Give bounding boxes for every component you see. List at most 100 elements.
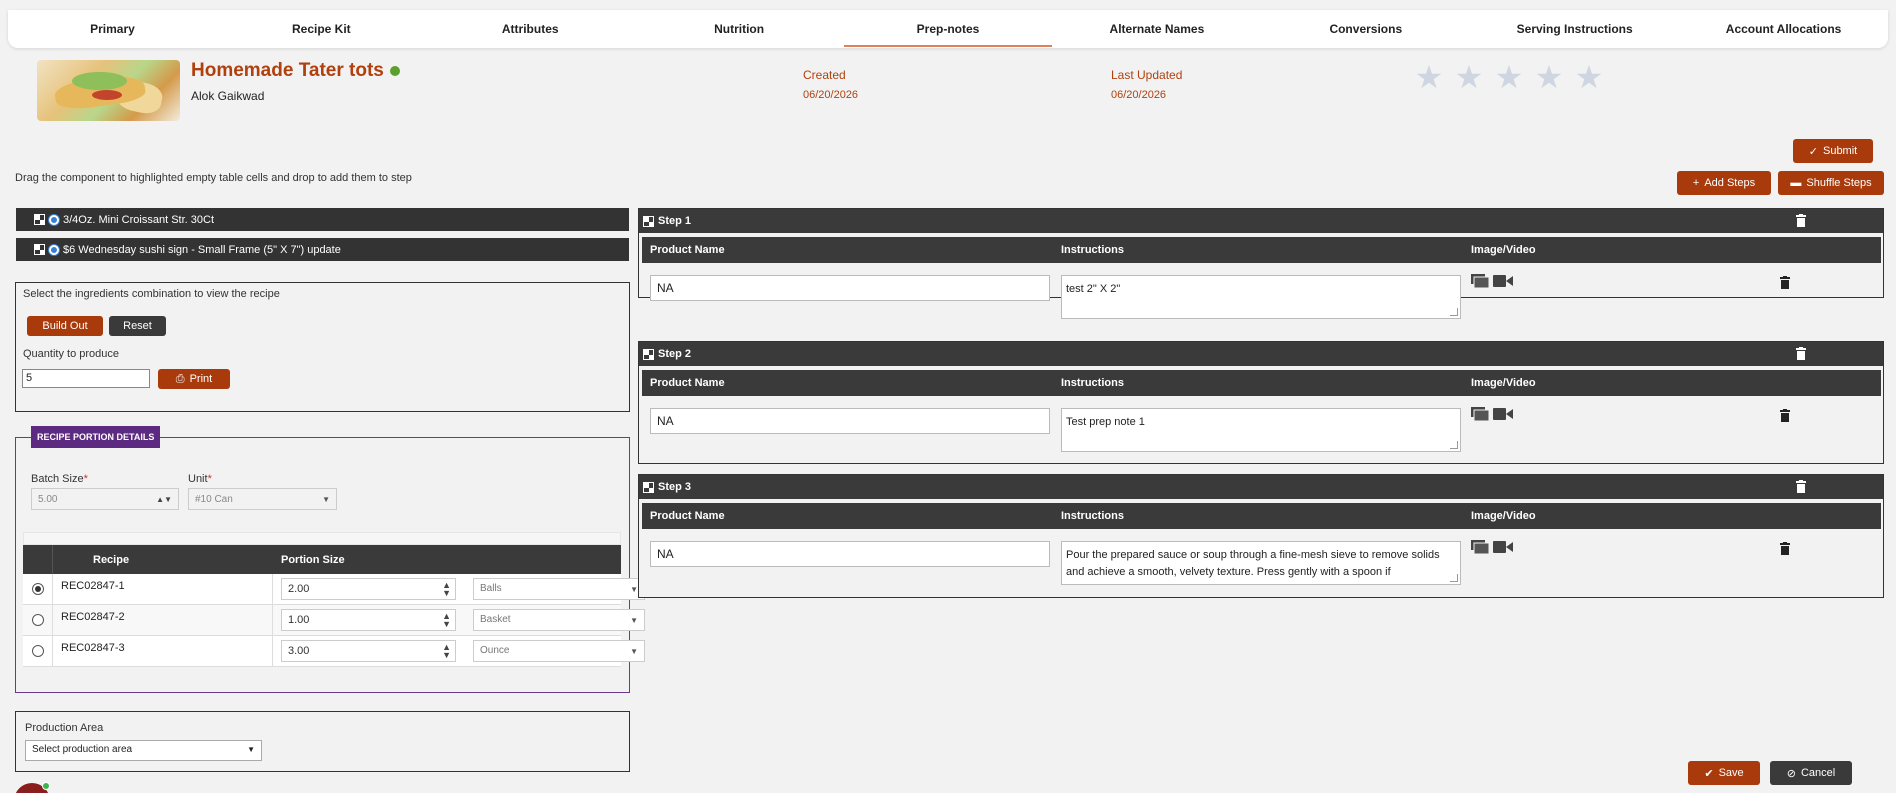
- tab-conversions[interactable]: Conversions: [1261, 10, 1470, 48]
- table-row[interactable]: REC02847-3 3.00 ▲ ▼ Ounce ▼: [23, 636, 645, 667]
- recipe-author: Alok Gaikwad: [191, 89, 265, 103]
- product-name-field[interactable]: NA: [650, 541, 1050, 567]
- drag-grid-icon[interactable]: [643, 481, 654, 493]
- tab-account-allocations[interactable]: Account Allocations: [1679, 10, 1888, 48]
- step-columns: Product Name Instructions Image/Video: [642, 503, 1881, 529]
- tab-attributes[interactable]: Attributes: [426, 10, 635, 48]
- rating-stars: ★ ★ ★ ★ ★: [1413, 61, 1605, 93]
- drag-grid-icon[interactable]: [643, 348, 654, 360]
- star-icon[interactable]: ★: [1493, 61, 1525, 93]
- drag-grid-icon[interactable]: [34, 244, 45, 255]
- batch-size-field[interactable]: 5.00 ▲▼: [31, 488, 179, 510]
- product-name-field[interactable]: NA: [650, 275, 1050, 301]
- step-title: Step 2: [658, 348, 692, 360]
- trash-icon[interactable]: [1779, 276, 1793, 290]
- created-date: 06/20/2026: [803, 89, 859, 101]
- gallery-icon[interactable]: [1471, 407, 1490, 424]
- gallery-icon[interactable]: [1471, 540, 1490, 557]
- portion-unit-select[interactable]: Basket ▼: [473, 609, 645, 631]
- status-dot: [389, 65, 400, 76]
- recipe-thumbnail: [37, 60, 180, 121]
- trash-icon[interactable]: [1795, 480, 1807, 493]
- build-out-button[interactable]: Build Out: [27, 316, 103, 336]
- row-radio[interactable]: [31, 583, 44, 595]
- portion-table-header: Recipe Portion Size: [23, 545, 621, 574]
- last-updated-date: 06/20/2026: [1111, 89, 1167, 101]
- reset-button[interactable]: Reset: [109, 316, 166, 336]
- trash-icon[interactable]: [1795, 347, 1807, 360]
- shuffle-icon: ▬: [1790, 177, 1802, 189]
- trash-icon[interactable]: [1779, 409, 1793, 423]
- component-item[interactable]: 3/4Oz. Mini Croissant Str. 30Ct: [16, 208, 629, 231]
- submit-button[interactable]: ✓ Submit: [1793, 139, 1873, 163]
- video-camera-icon[interactable]: [1493, 540, 1513, 557]
- save-button[interactable]: ✔ Save: [1688, 761, 1760, 785]
- ban-icon: ⊘: [1786, 767, 1796, 780]
- portion-size-input[interactable]: 3.00 ▲ ▼: [281, 640, 456, 662]
- star-icon[interactable]: ★: [1533, 61, 1565, 93]
- step-header[interactable]: Step 2: [639, 342, 1883, 366]
- quantity-label: Quantity to produce: [23, 348, 120, 360]
- radio-icon: [49, 244, 59, 255]
- step-title: Step 1: [658, 215, 692, 227]
- row-radio[interactable]: [31, 645, 44, 657]
- portion-size-input[interactable]: 2.00 ▲ ▼: [281, 578, 456, 600]
- build-out-panel: [15, 282, 630, 412]
- portion-legend: RECIPE PORTION DETAILS: [31, 426, 161, 448]
- col-recipe: Recipe: [93, 553, 130, 566]
- print-button[interactable]: ⎙ Print: [158, 369, 230, 389]
- trash-icon[interactable]: [1795, 214, 1807, 227]
- portion-size-input[interactable]: 1.00 ▲ ▼: [281, 609, 456, 631]
- gallery-icon[interactable]: [1471, 274, 1490, 291]
- tab-recipe-kit[interactable]: Recipe Kit: [217, 10, 426, 48]
- tab-serving-instructions[interactable]: Serving Instructions: [1470, 10, 1679, 48]
- component-item[interactable]: $6 Wednesday sushi sign - Small Frame (5…: [16, 238, 629, 261]
- shuffle-steps-button[interactable]: ▬ Shuffle Steps: [1778, 171, 1884, 195]
- star-icon[interactable]: ★: [1573, 61, 1605, 93]
- step-header[interactable]: Step 1: [639, 209, 1883, 233]
- unit-label: Unit*: [188, 473, 212, 485]
- cancel-button[interactable]: ⊘ Cancel: [1770, 761, 1852, 785]
- last-updated-label: Last Updated: [1111, 68, 1183, 82]
- star-icon[interactable]: ★: [1453, 61, 1485, 93]
- check-circle-icon: ✔: [1704, 767, 1714, 780]
- quantity-input[interactable]: 5: [22, 369, 150, 388]
- tab-nutrition[interactable]: Nutrition: [635, 10, 844, 48]
- recipe-title: Homemade Tater tots: [191, 60, 400, 82]
- tab-primary[interactable]: Primary: [8, 10, 217, 48]
- star-icon[interactable]: ★: [1413, 61, 1445, 93]
- row-radio[interactable]: [31, 614, 44, 626]
- drag-instruction: Drag the component to highlighted empty …: [15, 172, 412, 184]
- printer-icon: ⎙: [175, 372, 185, 385]
- instructions-field[interactable]: Pour the prepared sauce or soup through …: [1061, 541, 1461, 585]
- drag-grid-icon[interactable]: [34, 214, 45, 225]
- portion-unit-select[interactable]: Ounce ▼: [473, 640, 645, 662]
- table-row[interactable]: REC02847-1 2.00 ▲ ▼ Balls ▼: [23, 574, 645, 605]
- production-area-select[interactable]: Select production area ▼: [25, 740, 262, 761]
- recipe-id: REC02847-1: [53, 574, 273, 604]
- portion-unit-select[interactable]: Balls ▼: [473, 578, 645, 600]
- video-camera-icon[interactable]: [1493, 274, 1513, 291]
- drag-grid-icon[interactable]: [643, 215, 654, 227]
- step-header[interactable]: Step 3: [639, 475, 1883, 499]
- build-prompt: Select the ingredients combination to vi…: [23, 288, 280, 300]
- production-area-label: Production Area: [25, 722, 104, 734]
- instructions-field[interactable]: Test prep note 1: [1061, 408, 1461, 452]
- step-title: Step 3: [658, 481, 692, 493]
- tab-alternate-names[interactable]: Alternate Names: [1052, 10, 1261, 48]
- created-label: Created: [803, 68, 846, 82]
- tab-bar: Primary Recipe Kit Attributes Nutrition …: [8, 10, 1888, 48]
- instructions-field[interactable]: test 2" X 2": [1061, 275, 1461, 319]
- online-status-dot: [42, 782, 50, 790]
- trash-icon[interactable]: [1779, 542, 1793, 556]
- recipe-id: REC02847-2: [53, 605, 273, 635]
- check-icon: ✓: [1808, 145, 1818, 158]
- step-card: Step 2 Product Name Instructions Image/V…: [638, 341, 1884, 464]
- table-row[interactable]: REC02847-2 1.00 ▲ ▼ Basket ▼: [23, 605, 645, 636]
- video-camera-icon[interactable]: [1493, 407, 1513, 424]
- add-steps-button[interactable]: + Add Steps: [1677, 171, 1771, 195]
- product-name-field[interactable]: NA: [650, 408, 1050, 434]
- unit-select[interactable]: #10 Can ▼: [188, 488, 337, 510]
- tab-prep-notes[interactable]: Prep-notes: [843, 10, 1053, 48]
- batch-size-label: Batch Size*: [31, 473, 88, 485]
